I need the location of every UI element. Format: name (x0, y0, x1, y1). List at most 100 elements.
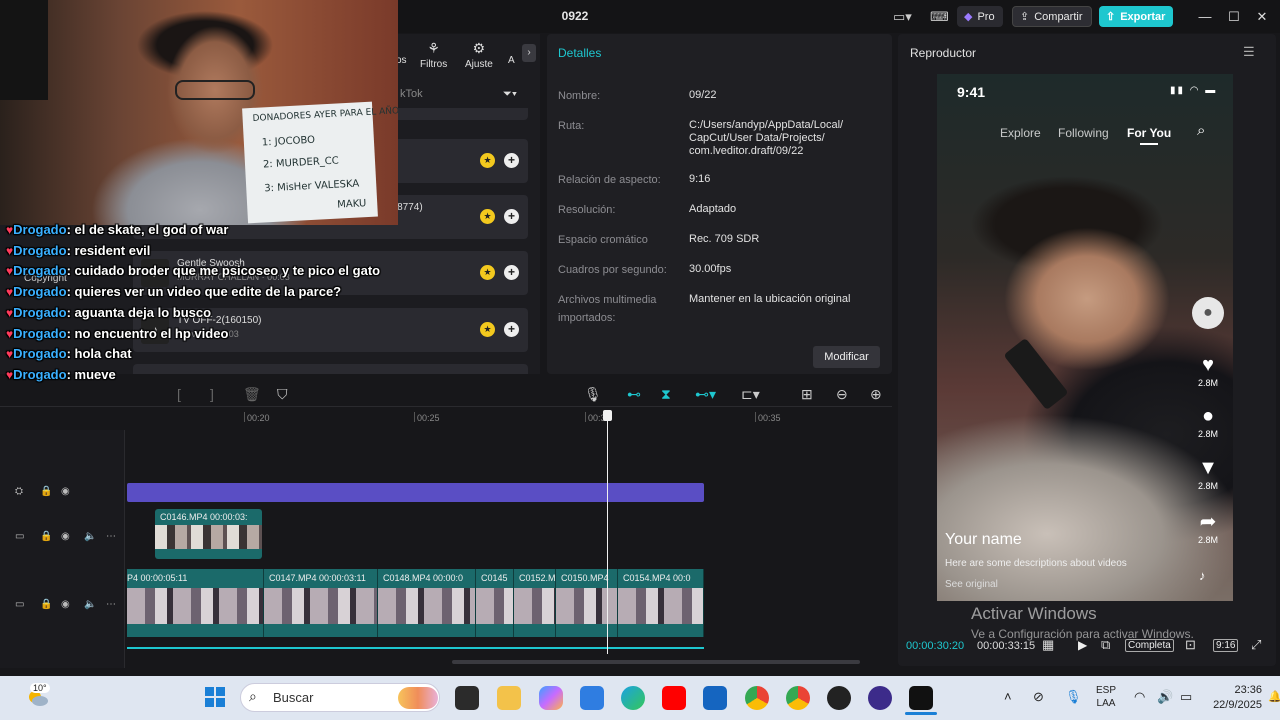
lock-icon[interactable]: 🔒 (40, 486, 52, 497)
outlook-icon[interactable] (703, 686, 727, 710)
tab-more[interactable]: A (508, 55, 515, 66)
speaker-icon[interactable]: 🔈 (84, 531, 96, 542)
filters-icon: ⚘ (427, 40, 440, 56)
filter-icon[interactable]: ⏷▾ (503, 88, 517, 101)
fit-timeline-icon[interactable]: ⊞ (801, 386, 813, 403)
pro-button[interactable]: ◆ Pro (957, 6, 1003, 27)
notification-icon[interactable]: 🔔 (1268, 690, 1280, 703)
horizontal-scrollbar[interactable] (452, 660, 860, 664)
copilot-icon[interactable] (539, 686, 563, 710)
youtube-icon[interactable] (662, 686, 686, 710)
split-right-icon[interactable]: ] (210, 386, 214, 402)
overlay-clip[interactable]: C0146.MP4 00:00:03: (155, 509, 262, 559)
modify-button[interactable]: Modificar (813, 346, 880, 368)
add-icon[interactable]: + (504, 209, 519, 224)
effect-clip[interactable] (127, 483, 704, 502)
video-clip[interactable]: P4 00:00:05:11 (127, 569, 264, 637)
preview-axis-icon[interactable]: ⊏▾ (741, 386, 760, 403)
like-counter: ♥ 2.8M (1192, 354, 1224, 388)
microphone-icon[interactable]: 🎙 (1065, 689, 1082, 705)
video-track-icon: ▭ (15, 599, 25, 610)
chrome-icon[interactable] (745, 686, 769, 710)
clock[interactable]: 23:36 22/9/2025 (1210, 683, 1262, 713)
linkage-icon[interactable]: ⊷▾ (695, 386, 716, 403)
add-icon[interactable]: + (504, 153, 519, 168)
chat-text: el de skate, el god of war (74, 222, 229, 237)
favorite-star-icon[interactable]: ★ (480, 322, 495, 337)
windows-start-icon[interactable] (204, 686, 226, 708)
zoom-fit-icon[interactable]: ⊡ (1185, 637, 1196, 653)
ruler-tick (585, 412, 586, 422)
playhead-handle[interactable] (603, 410, 612, 421)
main-track-magnet-icon[interactable]: ⊷ (627, 386, 641, 403)
store-icon[interactable] (580, 686, 604, 710)
export-button[interactable]: ⇧ Exportar (1099, 6, 1173, 27)
shortcuts-icon[interactable]: ⌨ (930, 9, 949, 25)
add-icon[interactable]: + (504, 265, 519, 280)
video-description: Here are some descriptions about videos (945, 558, 1127, 569)
quality-button[interactable]: Completa (1125, 639, 1174, 652)
lock-icon[interactable]: 🔒 (40, 599, 52, 610)
app-icon[interactable] (868, 686, 892, 710)
marker-icon[interactable]: ⛉ (277, 386, 288, 403)
delete-icon[interactable]: 🗑 (243, 386, 261, 403)
edge-icon[interactable] (621, 686, 645, 710)
aspect-ratio-button[interactable]: 9:16 (1213, 639, 1239, 652)
speaker-icon[interactable]: 🔈 (84, 599, 96, 610)
auto-snap-icon[interactable]: ⧗ (661, 386, 671, 403)
tab-label: Filtros (420, 59, 448, 70)
tab-filters[interactable]: ⚘ Filtros (420, 40, 447, 70)
minimize-icon[interactable]: — (1195, 7, 1215, 27)
eye-icon[interactable]: ◉ (61, 486, 70, 497)
video-preview[interactable] (937, 74, 1233, 601)
zoom-in-icon[interactable]: ⊕ (870, 386, 882, 403)
favorite-star-icon[interactable]: ★ (480, 153, 495, 168)
playhead[interactable] (607, 410, 608, 654)
share-button[interactable]: ⇪ Compartir (1012, 6, 1092, 27)
clip-thumbnails (514, 588, 555, 624)
snapshot-icon[interactable]: ⧉ (1101, 637, 1110, 653)
obs-icon[interactable] (827, 686, 851, 710)
volume-icon[interactable]: 🔊 (1157, 689, 1173, 705)
search-highlight-icon (398, 687, 438, 709)
eye-icon[interactable]: ◉ (61, 531, 70, 542)
video-clip[interactable]: C0148.MP4 00:00:0 (378, 569, 476, 637)
layout-icon[interactable]: ▭▾ (893, 9, 912, 25)
waveform-icon[interactable]: ▦ (1042, 637, 1054, 653)
lock-icon[interactable]: 🔒 (40, 531, 52, 542)
wifi-icon[interactable]: ◠ (1134, 689, 1145, 705)
maximize-icon[interactable]: ☐ (1224, 7, 1244, 27)
add-icon[interactable]: + (504, 322, 519, 337)
close-icon[interactable]: ✕ (1252, 7, 1272, 27)
tab-adjust[interactable]: ⚙ Ajuste (465, 40, 493, 70)
video-clip[interactable]: C0147.MP4 00:00:03:11 (264, 569, 378, 637)
capcut-icon[interactable] (909, 686, 933, 710)
more-icon[interactable]: ⋯ (106, 531, 116, 542)
microphone-icon[interactable]: 🎙 (584, 386, 602, 403)
clip-thumbnails (264, 588, 377, 624)
menu-icon[interactable]: ☰ (1243, 44, 1255, 60)
favorite-star-icon[interactable]: ★ (480, 209, 495, 224)
play-icon[interactable]: ▶ (1078, 638, 1087, 652)
chevron-right-icon[interactable]: › (522, 44, 536, 62)
eye-icon[interactable]: ◉ (61, 599, 70, 610)
webcam-overlay: DONADORES AYER PARA EL AÑO 1: JOCOBO 2: … (0, 0, 398, 225)
chrome-profile-icon[interactable] (786, 686, 810, 710)
video-clip[interactable]: C0152.M (514, 569, 556, 637)
weather-temp: 10° (30, 683, 50, 693)
zoom-out-icon[interactable]: ⊖ (836, 386, 848, 403)
battery-icon[interactable]: ▭ (1180, 689, 1192, 705)
tray-app-icon[interactable]: ⊘ (1033, 689, 1044, 705)
favorite-star-icon[interactable]: ★ (480, 265, 495, 280)
chevron-up-icon[interactable]: ˄ (1004, 689, 1012, 704)
fullscreen-icon[interactable]: ⤢ (1251, 637, 1261, 653)
video-clip[interactable]: C0150.MP4 (556, 569, 618, 637)
glasses-shape (175, 80, 255, 100)
split-left-icon[interactable]: [ (177, 386, 181, 402)
file-explorer-icon[interactable] (497, 686, 521, 710)
language-indicator[interactable]: ESP LAA (1096, 684, 1116, 710)
more-icon[interactable]: ⋯ (106, 599, 116, 610)
video-clip[interactable]: C0154.MP4 00:0 (618, 569, 704, 637)
video-clip[interactable]: C0145 (476, 569, 514, 637)
task-view-icon[interactable] (455, 686, 479, 710)
